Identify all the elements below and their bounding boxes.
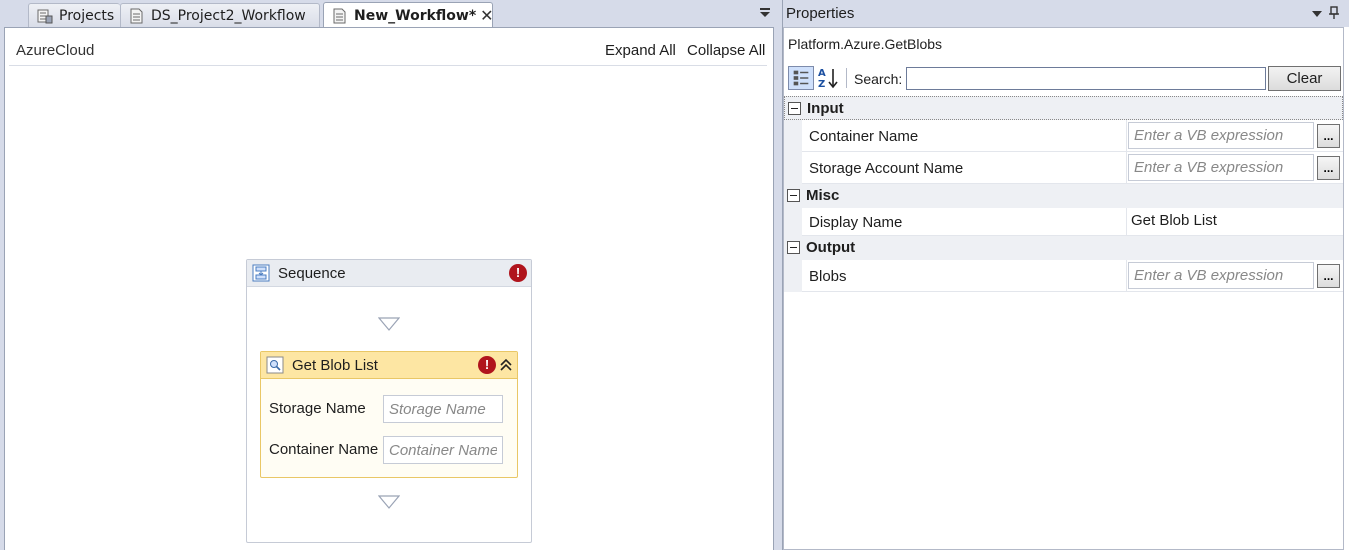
properties-toolbar: A Z Search: Clear bbox=[784, 63, 1343, 93]
collapse-toggle-icon[interactable] bbox=[787, 241, 800, 254]
container-name-label: Container Name bbox=[269, 441, 379, 458]
toolbar-separator bbox=[846, 68, 847, 88]
categorized-view-icon[interactable] bbox=[788, 66, 814, 90]
collapse-toggle-icon[interactable] bbox=[788, 102, 801, 115]
category-label: Input bbox=[807, 100, 844, 117]
collapse-all-link[interactable]: Collapse All bbox=[687, 42, 765, 59]
tab-ds-project2-workflow[interactable]: DS_Project2_Workflow bbox=[120, 3, 320, 27]
tab-label: DS_Project2_Workflow bbox=[151, 7, 306, 24]
column-divider bbox=[1126, 152, 1127, 184]
search-input[interactable] bbox=[906, 67, 1266, 90]
document-icon bbox=[130, 8, 143, 23]
selected-activity-type: Platform.Azure.GetBlobs bbox=[788, 36, 943, 52]
collapse-toggle-icon[interactable] bbox=[787, 189, 800, 202]
sequence-activity[interactable]: Sequence ! Get Blob List ! Storage Name … bbox=[246, 259, 532, 543]
property-row-display-name[interactable]: Display Name Get Blob List bbox=[784, 208, 1343, 240]
close-tab-icon[interactable]: ✕ bbox=[480, 6, 492, 25]
category-label: Misc bbox=[806, 187, 840, 204]
properties-pane: Properties Platform.Azure.GetBlobs A Z S… bbox=[782, 0, 1349, 550]
dropdown-arrow-icon[interactable] bbox=[1311, 9, 1323, 19]
category-label: Output bbox=[806, 239, 856, 256]
drop-target-arrow-icon[interactable] bbox=[378, 317, 400, 331]
storage-name-label: Storage Name bbox=[269, 400, 366, 417]
properties-title: Properties bbox=[786, 5, 855, 22]
properties-grid-panel: Platform.Azure.GetBlobs A Z Search: Clea… bbox=[783, 27, 1344, 550]
document-tab-strip: Projects DS_Project2_Workflow New_Workfl… bbox=[0, 0, 778, 28]
property-name: Blobs bbox=[809, 268, 847, 285]
display-name-value[interactable]: Get Blob List bbox=[1131, 212, 1217, 229]
breadcrumb[interactable]: AzureCloud bbox=[16, 42, 94, 59]
validation-error-icon[interactable]: ! bbox=[478, 356, 496, 374]
sequence-icon bbox=[252, 264, 270, 282]
tab-new-workflow[interactable]: New_Workflow* ✕ bbox=[323, 2, 493, 28]
breadcrumb-bar: AzureCloud Expand All Collapse All bbox=[9, 34, 767, 66]
collapse-chevron-up-icon[interactable] bbox=[498, 357, 514, 373]
get-blob-list-activity[interactable]: Get Blob List ! Storage Name Container N… bbox=[260, 351, 518, 478]
column-divider bbox=[1126, 120, 1127, 152]
category-misc[interactable]: Misc bbox=[784, 184, 1343, 208]
expression-editor-button[interactable]: ... bbox=[1317, 264, 1340, 288]
storage-name-input[interactable] bbox=[383, 395, 503, 423]
expand-all-link[interactable]: Expand All bbox=[605, 42, 676, 59]
storage-account-name-expression-input[interactable] bbox=[1128, 154, 1314, 181]
expression-editor-button[interactable]: ... bbox=[1317, 156, 1340, 180]
validation-error-icon[interactable]: ! bbox=[509, 264, 527, 282]
azure-blob-icon bbox=[266, 356, 284, 374]
project-list-icon bbox=[37, 9, 53, 23]
column-divider bbox=[1126, 260, 1127, 292]
svg-text:A: A bbox=[818, 68, 826, 79]
tab-menu-chevron-icon[interactable] bbox=[758, 7, 772, 19]
property-row-blobs[interactable]: Blobs ... bbox=[784, 260, 1343, 292]
property-grid: Input Container Name ... Storage Account… bbox=[784, 96, 1343, 292]
get-blob-list-header[interactable]: Get Blob List ! bbox=[261, 352, 517, 379]
sequence-header[interactable]: Sequence ! bbox=[247, 260, 531, 287]
property-row-container-name[interactable]: Container Name ... bbox=[784, 120, 1343, 152]
tab-label: Projects bbox=[59, 7, 115, 24]
clear-button[interactable]: Clear bbox=[1268, 66, 1341, 91]
category-output[interactable]: Output bbox=[784, 236, 1343, 260]
property-row-storage-account-name[interactable]: Storage Account Name ... bbox=[784, 152, 1343, 184]
property-name: Container Name bbox=[809, 128, 919, 145]
drop-target-arrow-icon[interactable] bbox=[378, 495, 400, 509]
property-name: Display Name bbox=[809, 214, 903, 231]
container-name-expression-input[interactable] bbox=[1128, 122, 1314, 149]
properties-titlebar: Properties bbox=[783, 0, 1349, 27]
workflow-designer-pane: Projects DS_Project2_Workflow New_Workfl… bbox=[0, 0, 778, 550]
sequence-title: Sequence bbox=[278, 265, 346, 282]
expression-editor-button[interactable]: ... bbox=[1317, 124, 1340, 148]
get-blob-list-title: Get Blob List bbox=[292, 357, 378, 374]
designer-canvas[interactable]: AzureCloud Expand All Collapse All Seque… bbox=[4, 27, 774, 550]
pin-icon[interactable] bbox=[1328, 6, 1340, 20]
blobs-expression-input[interactable] bbox=[1128, 262, 1314, 289]
tab-label: New_Workflow* bbox=[354, 7, 477, 24]
container-name-input[interactable] bbox=[383, 436, 503, 464]
sort-alphabetical-icon[interactable]: A Z bbox=[816, 66, 840, 90]
search-label: Search: bbox=[854, 71, 903, 87]
property-name: Storage Account Name bbox=[809, 160, 964, 177]
category-input[interactable]: Input bbox=[784, 96, 1343, 120]
tab-projects[interactable]: Projects bbox=[28, 3, 120, 27]
document-icon bbox=[333, 8, 346, 23]
svg-text:Z: Z bbox=[818, 79, 825, 90]
